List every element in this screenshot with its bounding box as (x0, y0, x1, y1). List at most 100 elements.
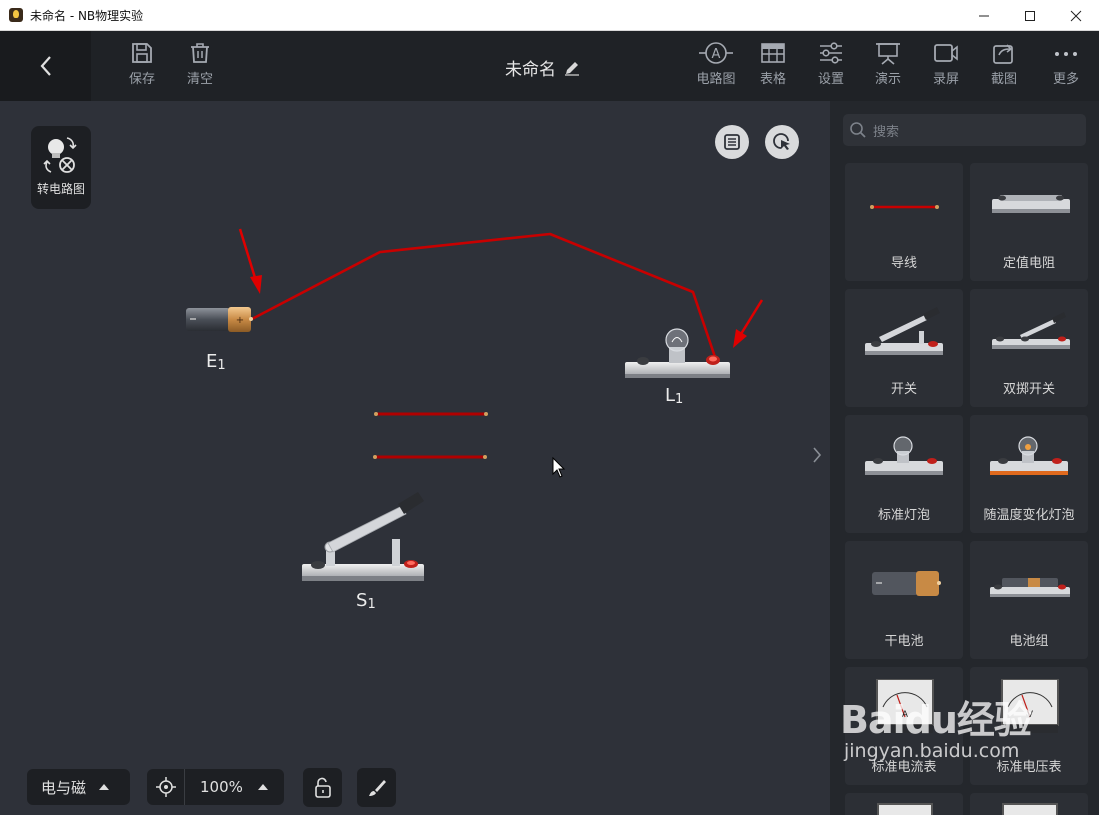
switch-component[interactable] (302, 492, 424, 581)
zoom-value: 100% (200, 778, 243, 796)
save-button[interactable]: 保存 (116, 41, 168, 95)
main-toolbar: 保存 清空 未命名 A 电路图 表格 设置 演示 录屏 截图 更多 (0, 31, 1099, 101)
window-titlebar: 未命名 - NB物理实验 (0, 0, 1099, 31)
svg-text:A: A (712, 47, 721, 62)
settings-label: 设置 (817, 72, 844, 87)
library-item-standard-bulb[interactable]: 标准灯泡 (845, 415, 963, 533)
library-item-label: 双掷开关 (1002, 382, 1055, 397)
category-dropdown[interactable]: 电与磁 (27, 769, 130, 805)
library-item-battery-pack[interactable]: 电池组 (970, 541, 1088, 659)
library-item-switch[interactable]: 开关 (845, 289, 963, 407)
battery-component[interactable]: + (186, 307, 253, 332)
table-label: 表格 (759, 72, 786, 87)
screen-record-button[interactable]: 录屏 (920, 41, 972, 95)
watermark-url: jingyan.baidu.com (844, 740, 1020, 762)
library-item-label: 标准灯泡 (877, 508, 930, 523)
circuit-diagram-icon: A (699, 42, 733, 64)
more-button[interactable]: 更多 (1040, 41, 1092, 95)
chevron-left-icon (40, 56, 51, 76)
double-throw-switch-thumbnail (992, 312, 1070, 349)
annotation-arrow-battery (238, 228, 262, 294)
wire-thumbnail (870, 205, 939, 209)
library-item-label: 干电池 (884, 634, 924, 649)
annotation-arrow-lamp (733, 299, 764, 348)
library-item-partial-2[interactable] (970, 793, 1088, 815)
screenshot-icon (993, 44, 1013, 64)
library-item-fixed-resistor[interactable]: 定值电阻 (970, 163, 1088, 281)
library-item-temperature-bulb[interactable]: 随温度变化灯泡 (970, 415, 1088, 533)
pencil-edit-icon (565, 61, 579, 76)
more-dots-icon (1055, 52, 1077, 56)
locate-center-button[interactable] (147, 769, 185, 805)
expand-sidebar-button[interactable] (812, 446, 822, 469)
table-icon (761, 43, 785, 63)
library-item-label: 导线 (890, 256, 917, 271)
circuit-diagram-button[interactable]: A 电路图 (690, 41, 742, 95)
maximize-button[interactable] (1007, 0, 1053, 31)
library-item-label: 电池组 (1009, 634, 1049, 649)
settings-sliders-icon (820, 42, 842, 64)
screen-record-label: 录屏 (932, 72, 959, 87)
minimize-button[interactable] (961, 0, 1007, 31)
experiment-canvas[interactable]: 转电路图 + E1 L1 S1 电与磁 100% (0, 101, 830, 815)
library-item-double-throw-switch[interactable]: 双掷开关 (970, 289, 1088, 407)
unlock-icon (314, 777, 331, 798)
library-item-label: 开关 (890, 382, 917, 397)
document-title-text: 未命名 (505, 60, 556, 80)
circuit-drawing: + (186, 228, 764, 581)
save-icon (132, 43, 152, 63)
screenshot-button[interactable]: 截图 (978, 41, 1030, 95)
library-item-label: 随温度变化灯泡 (983, 508, 1075, 523)
zoom-control: 100% (147, 769, 284, 805)
battery-label: E1 (206, 351, 226, 373)
connecting-wire[interactable] (249, 232, 718, 361)
chevron-right-icon (813, 447, 822, 463)
caret-up-icon (257, 784, 268, 790)
video-record-icon (934, 44, 958, 62)
watermark-brand: Baidu经验 (840, 698, 1032, 742)
brush-button[interactable] (357, 768, 396, 807)
table-button[interactable]: 表格 (747, 41, 799, 95)
library-item-wire[interactable]: 导线 (845, 163, 963, 281)
more-label: 更多 (1052, 72, 1079, 87)
clear-button[interactable]: 清空 (174, 41, 226, 95)
back-button[interactable] (0, 31, 91, 101)
resistor-thumbnail (992, 195, 1070, 213)
category-value: 电与磁 (41, 778, 87, 797)
library-item-dry-battery[interactable]: 干电池 (845, 541, 963, 659)
screenshot-label: 截图 (990, 72, 1017, 87)
window-title: 未命名 - NB物理实验 (30, 9, 144, 23)
presentation-button[interactable]: 演示 (862, 41, 914, 95)
loose-wire-2[interactable] (373, 455, 487, 459)
library-item-partial-1[interactable] (845, 793, 963, 815)
brush-icon (368, 779, 386, 796)
loose-wire-1[interactable] (374, 412, 488, 416)
save-label: 保存 (128, 72, 155, 87)
svg-text:+: + (236, 315, 244, 326)
battery-thumbnail (872, 571, 941, 596)
zoom-dropdown[interactable]: 100% (185, 778, 269, 796)
library-item-label: 定值电阻 (1002, 256, 1055, 271)
lamp-label: L1 (665, 385, 684, 407)
temperature-bulb-thumbnail (990, 436, 1068, 475)
circuit-diagram-label: 电路图 (696, 72, 736, 87)
close-button[interactable] (1053, 0, 1099, 31)
crosshair-icon (155, 777, 176, 797)
document-title[interactable]: 未命名 (505, 55, 580, 80)
presentation-label: 演示 (874, 72, 901, 87)
switch-label: S1 (356, 590, 376, 612)
caret-up-icon (99, 784, 110, 790)
search-icon (850, 122, 866, 138)
meter-thumbnail-partial (877, 803, 933, 815)
search-input[interactable]: 搜索 (843, 114, 1086, 146)
lock-button[interactable] (303, 768, 342, 807)
mouse-cursor-icon (552, 456, 566, 478)
baidu-watermark: Baidu经验 jingyan.baidu.com (840, 698, 1032, 762)
meter-thumbnail-partial (1002, 803, 1058, 815)
battery-pack-thumbnail (990, 578, 1070, 597)
minimize-icon (979, 15, 989, 16)
bulb-thumbnail (865, 436, 943, 475)
app-logo-icon (9, 8, 23, 22)
search-placeholder: 搜索 (873, 124, 900, 140)
settings-button[interactable]: 设置 (805, 41, 857, 95)
